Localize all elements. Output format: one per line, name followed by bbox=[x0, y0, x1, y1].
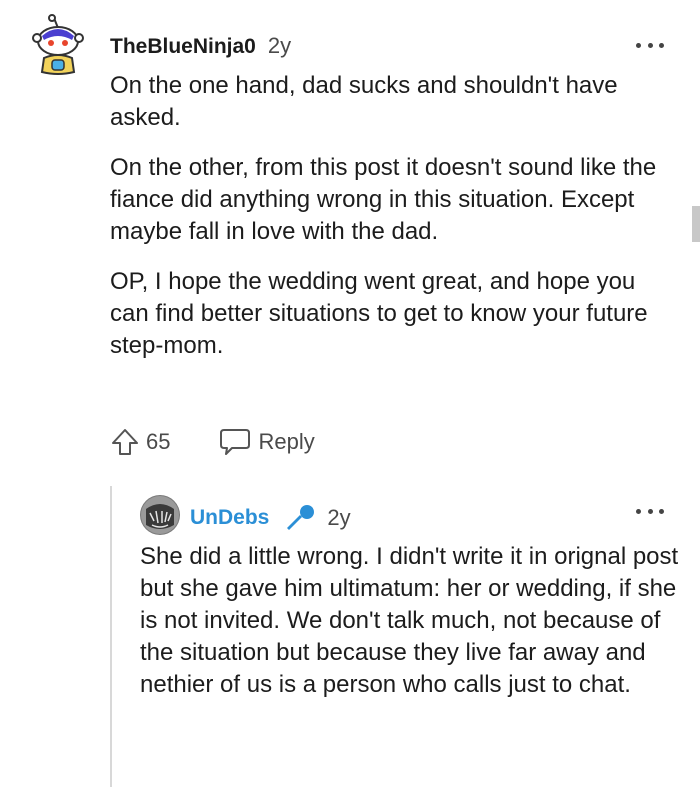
reply-body: She did a little wrong. I didn't write i… bbox=[140, 543, 679, 698]
more-options-button[interactable] bbox=[636, 40, 664, 50]
reply-header: UnDebs 2y bbox=[190, 503, 351, 533]
comment-header: TheBlueNinja0 2y bbox=[110, 33, 291, 59]
comment-paragraph: OP, I hope the wedding went great, and h… bbox=[110, 268, 648, 359]
vote-score: 65 bbox=[146, 429, 171, 454]
speech-bubble-icon bbox=[220, 429, 251, 455]
thread-line[interactable] bbox=[110, 486, 112, 787]
dot bbox=[647, 508, 653, 514]
dot bbox=[659, 42, 664, 48]
dot bbox=[636, 508, 641, 514]
dot bbox=[659, 508, 664, 514]
comment-actions: 65 Reply bbox=[108, 425, 315, 459]
username[interactable]: TheBlueNinja0 bbox=[110, 35, 256, 59]
comment-paragraph: On the one hand, dad sucks and shouldn't… bbox=[110, 72, 618, 131]
comment-paragraph: On the other, from this post it doesn't … bbox=[110, 154, 657, 245]
scrollbar-thumb[interactable] bbox=[692, 206, 700, 242]
microphone-icon bbox=[287, 505, 315, 530]
username[interactable]: UnDebs bbox=[190, 506, 269, 530]
dot bbox=[647, 42, 653, 48]
timestamp: 2y bbox=[327, 505, 351, 530]
dot bbox=[636, 42, 641, 48]
comment-body: On the one hand, dad sucks and shouldn't… bbox=[110, 70, 670, 380]
user-avatar-icon[interactable] bbox=[140, 495, 180, 535]
reply-button[interactable]: Reply bbox=[218, 427, 315, 457]
upvote-arrow-icon[interactable] bbox=[108, 425, 142, 459]
timestamp: 2y bbox=[267, 33, 292, 58]
reply-label: Reply bbox=[258, 429, 315, 454]
snoo-avatar-icon[interactable] bbox=[32, 14, 84, 76]
more-options-button[interactable] bbox=[636, 506, 664, 516]
